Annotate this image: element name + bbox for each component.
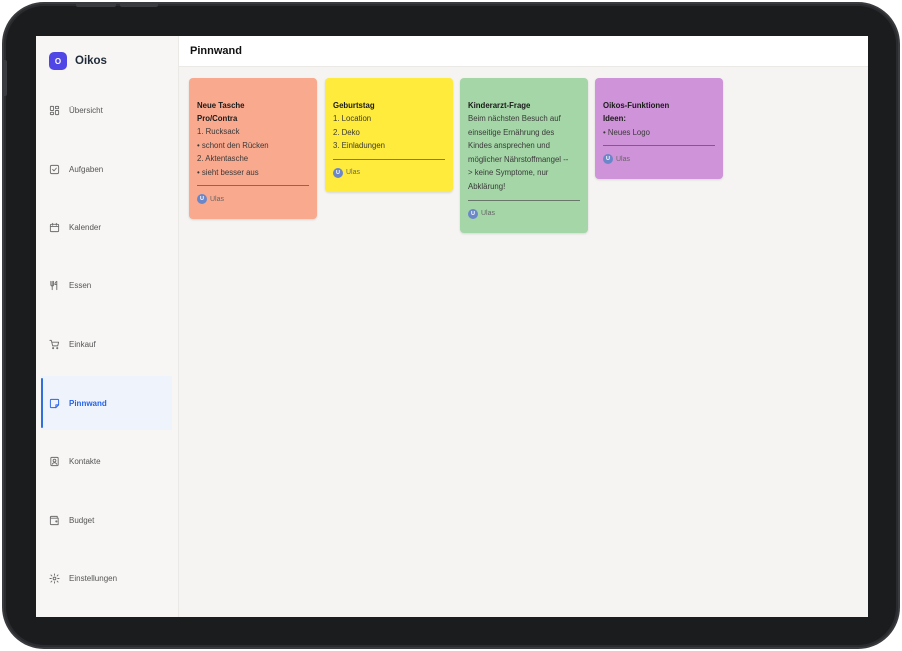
note-divider [603,145,715,147]
sidebar-item-label: Einkauf [69,339,96,349]
note-divider [468,199,580,201]
dashboard-icon [49,105,60,116]
sidebar-item-label: Aufgaben [69,164,104,174]
note-author: U Ulas [468,208,580,219]
sidebar-item-label: Übersicht [69,105,103,115]
contact-book-icon [49,456,60,467]
note-author: U Ulas [197,194,309,205]
sidebar-item-einstellungen[interactable]: Einstellungen [41,551,172,605]
note-text-line: • sieht besser aus [197,167,259,177]
app-name: Oikos [75,55,107,67]
sidebar-item-budget[interactable]: Budget [41,493,172,547]
sidebar-item-label: Essen [69,280,92,290]
note-card[interactable]: Oikos-Funktionen Ideen: • Neues Logo U U… [595,78,723,179]
note-text-line: • Neues Logo [603,127,650,137]
wallet-icon [49,515,60,526]
sidebar-item-kontakte[interactable]: Kontakte [41,434,172,488]
note-text-line: einseitige Ernährung des [468,127,555,137]
note-title: Oikos-Funktionen [603,101,670,110]
note-text-line: > keine Symptome, nur [468,168,549,178]
brand[interactable]: O Oikos [49,52,107,70]
note-text-line: Abklärung! [468,181,506,191]
note-title: Neue Tasche [197,101,245,110]
utensils-icon [49,280,60,291]
note-text-line: 3. Einladungen [333,141,386,151]
note-text-line: 2. Aktentasche [197,154,249,164]
sidebar-item-label: Einstellungen [69,573,118,583]
note-title: Geburtstag [333,101,375,110]
sidebar-item-einkauf[interactable]: Einkauf [41,317,172,371]
note-card[interactable]: Neue Tasche Pro/Contra 1. Rucksack • sch… [189,78,317,219]
checkbox-icon [49,164,60,175]
app-screen: O Oikos Übersicht Aufgaben Kalender Esse… [36,36,868,617]
note-author: U Ulas [603,154,715,165]
note-text-line: Ideen: [603,114,626,123]
sidebar-item-label: Pinnwand [69,398,107,408]
sidebar-item-pinnwand[interactable]: Pinnwand [41,376,172,430]
avatar: U [197,194,207,205]
app-logo: O [49,52,67,70]
author-name: Ulas [481,210,496,218]
note-text-line: Beim nächsten Besuch auf [468,114,561,123]
sidebar: O Oikos Übersicht Aufgaben Kalender Esse… [36,36,179,617]
note-card[interactable]: Kinderarzt-Frage Beim nächsten Besuch au… [460,78,588,233]
hardware-button [76,4,116,7]
note-title: Kinderarzt-Frage [468,101,531,110]
hardware-button [4,60,7,96]
cart-icon [49,339,60,350]
sidebar-item-label: Budget [69,515,95,525]
main-content: Pinnwand Neue Tasche Pro/Contra 1. Rucks… [179,36,868,617]
note-title: Pro/Contra [197,114,238,123]
avatar: U [468,208,478,219]
note-text-line: 1. Rucksack [197,127,240,136]
note-text-line: 2. Deko [333,127,360,137]
author-name: Ulas [616,155,631,163]
sidebar-item-aufgaben[interactable]: Aufgaben [41,142,172,196]
sidebar-item-essen[interactable]: Essen [41,258,172,312]
sidebar-item-kalender[interactable]: Kalender [41,200,172,254]
avatar: U [603,154,613,165]
sidebar-item-uebersicht[interactable]: Übersicht [41,83,172,137]
gear-icon [49,572,60,584]
author-name: Ulas [346,169,361,177]
note-text-line: 1. Location [333,114,372,123]
note-text-line: möglicher Nährstoffmangel -- [468,154,569,164]
avatar: U [333,167,343,178]
author-name: Ulas [210,195,225,203]
hardware-button [120,4,158,7]
page-title: Pinnwand [190,45,242,57]
sidebar-item-label: Kalender [69,222,102,232]
sticky-note-icon [49,398,60,409]
note-divider [333,158,445,160]
header: Pinnwand [179,36,868,67]
note-author: U Ulas [333,167,445,178]
note-text-line: • schont den Rücken [197,140,269,150]
sidebar-item-label: Kontakte [69,456,101,466]
note-text-line: Kindes ansprechen und [468,141,550,151]
note-divider [197,185,309,187]
calendar-icon [49,222,60,233]
note-card[interactable]: Geburtstag 1. Location 2. Deko 3. Einlad… [325,78,453,192]
